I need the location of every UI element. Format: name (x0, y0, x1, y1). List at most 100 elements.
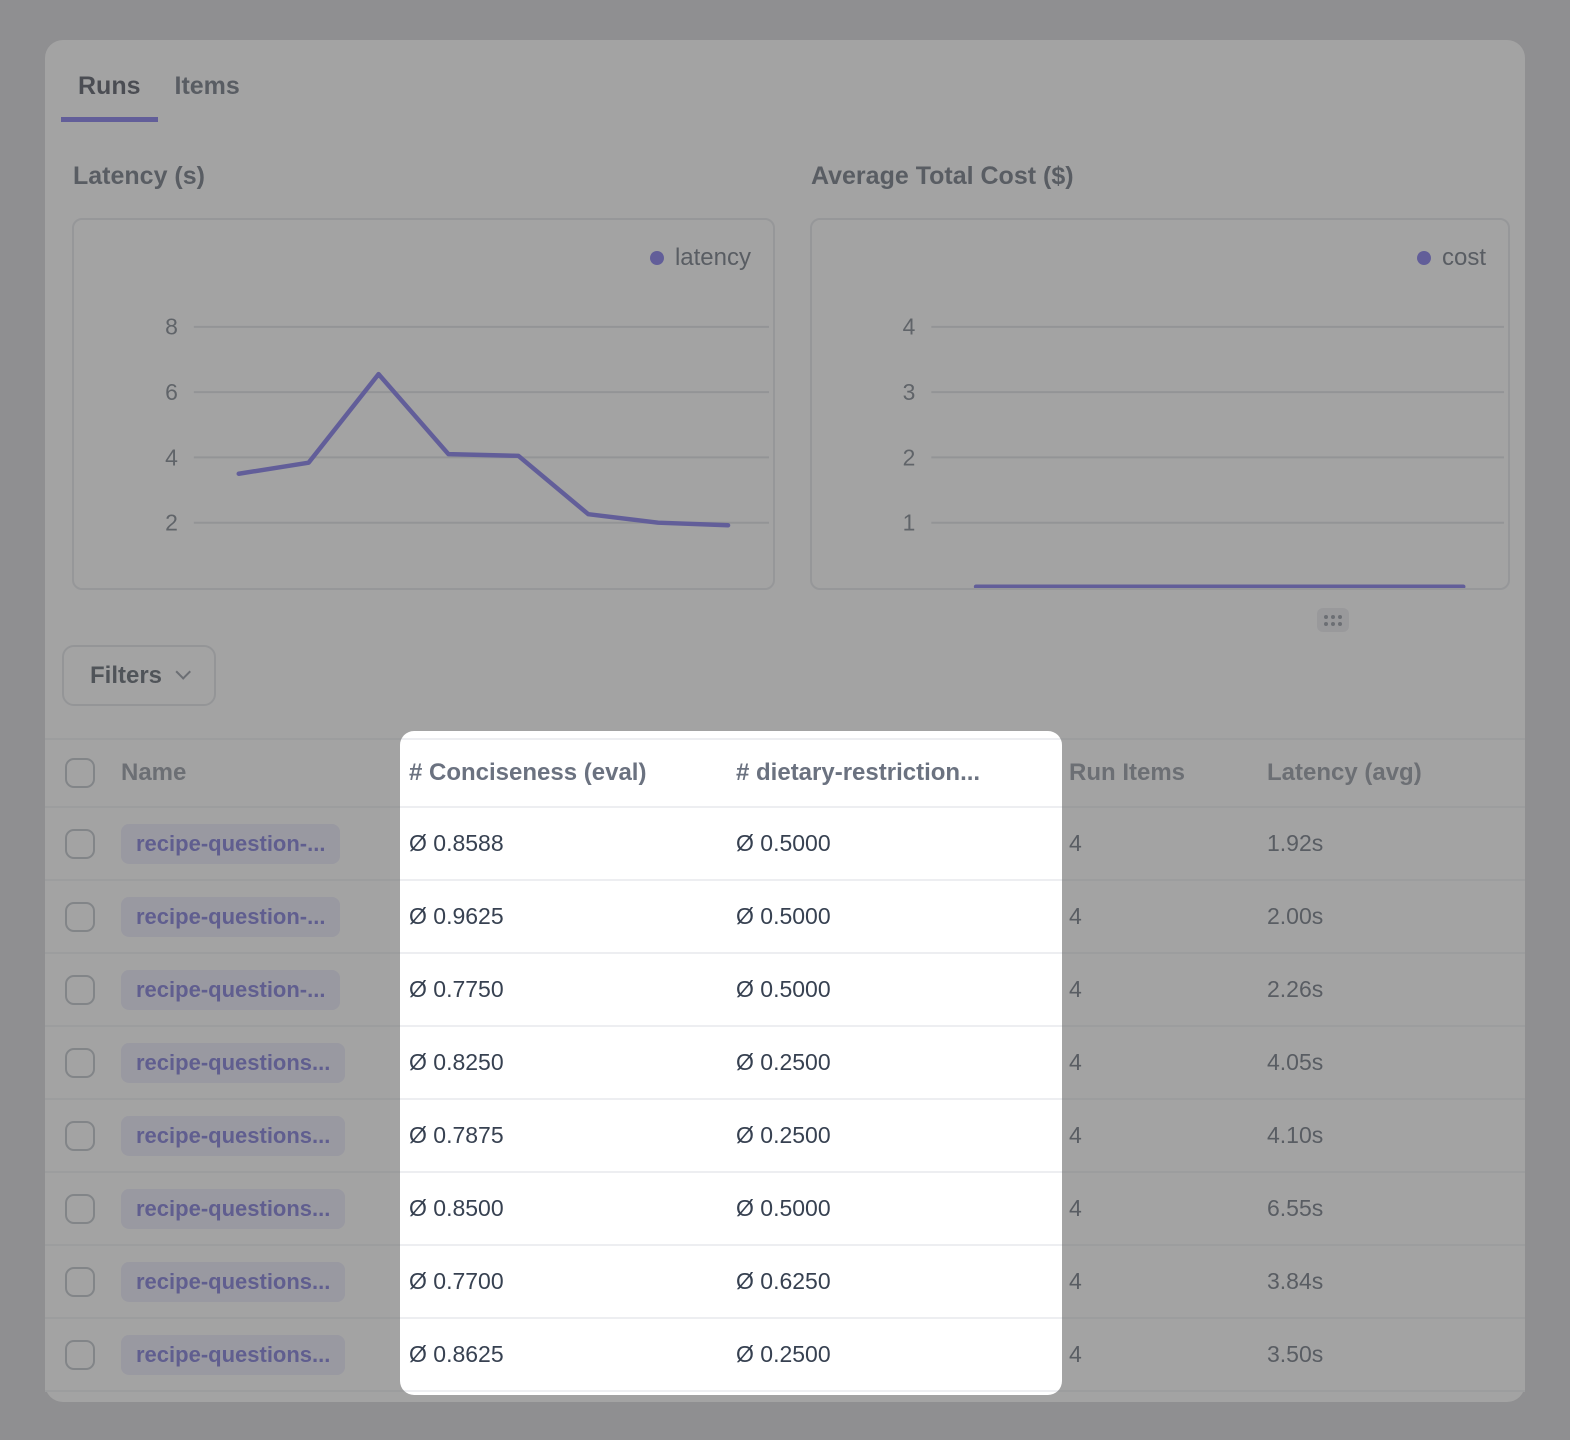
svg-text:4: 4 (903, 314, 916, 340)
conciseness-score: Ø 0.7875 (409, 1122, 736, 1149)
run-name-badge[interactable]: recipe-question-... (121, 897, 340, 937)
row-checkbox[interactable] (65, 1340, 95, 1370)
row-checkbox-cell (61, 1121, 121, 1151)
svg-text:1: 1 (903, 510, 916, 536)
row-checkbox[interactable] (65, 1194, 95, 1224)
row-checkbox-cell (61, 1267, 121, 1297)
filters-label: Filters (90, 662, 162, 690)
latency-avg-value: 2.26s (1267, 976, 1509, 1003)
conciseness-score: Ø 0.8625 (409, 1341, 736, 1368)
row-checkbox[interactable] (65, 975, 95, 1005)
run-name-badge[interactable]: recipe-questions... (121, 1116, 345, 1156)
run-name-cell: recipe-question-... (121, 897, 409, 937)
row-checkbox[interactable] (65, 1267, 95, 1297)
dietary-restriction-score: Ø 0.5000 (736, 976, 1069, 1003)
select-all-checkbox[interactable] (65, 758, 95, 788)
header-name[interactable]: Name (121, 759, 409, 787)
run-name-badge[interactable]: recipe-questions... (121, 1262, 345, 1302)
table-row[interactable]: recipe-questions... Ø 0.8625 Ø 0.2500 4 … (45, 1319, 1525, 1392)
latency-line-chart: 2 4 6 8 (74, 220, 773, 588)
latency-avg-value: 3.84s (1267, 1268, 1509, 1295)
run-name-cell: recipe-question-... (121, 970, 409, 1010)
dietary-restriction-score: Ø 0.2500 (736, 1049, 1069, 1076)
header-checkbox-cell (61, 758, 121, 788)
row-checkbox[interactable] (65, 902, 95, 932)
cost-chart: 1234 cost (810, 218, 1510, 590)
run-name-cell: recipe-questions... (121, 1043, 409, 1083)
latency-chart-title: Latency (s) (73, 162, 205, 191)
dietary-restriction-score: Ø 0.5000 (736, 830, 1069, 857)
filters-button[interactable]: Filters (62, 645, 216, 706)
header-run-items[interactable]: Run Items (1069, 759, 1267, 787)
svg-text:6: 6 (165, 379, 178, 405)
conciseness-score: Ø 0.7700 (409, 1268, 736, 1295)
latency-avg-value: 6.55s (1267, 1195, 1509, 1222)
run-name-badge[interactable]: recipe-questions... (121, 1189, 345, 1229)
run-name-badge[interactable]: recipe-question-... (121, 970, 340, 1010)
table-row[interactable]: recipe-questions... Ø 0.8250 Ø 0.2500 4 … (45, 1027, 1525, 1100)
conciseness-score: Ø 0.8588 (409, 830, 736, 857)
run-items-count: 4 (1069, 1195, 1267, 1222)
tab-bar: Runs Items (61, 72, 257, 122)
row-checkbox-cell (61, 902, 121, 932)
row-checkbox[interactable] (65, 1121, 95, 1151)
run-items-count: 4 (1069, 1268, 1267, 1295)
run-name-cell: recipe-questions... (121, 1189, 409, 1229)
table-header-row: Name # Conciseness (eval) # dietary-rest… (45, 738, 1525, 808)
run-items-count: 4 (1069, 976, 1267, 1003)
legend-label: latency (675, 244, 751, 272)
resize-handle-icon[interactable] (1317, 608, 1349, 632)
run-items-count: 4 (1069, 903, 1267, 930)
svg-text:8: 8 (165, 314, 178, 340)
legend-dot-icon (1417, 251, 1431, 265)
cost-line-chart: 1234 (812, 220, 1508, 588)
run-name-cell: recipe-question-... (121, 824, 409, 864)
table-row[interactable]: recipe-question-... Ø 0.8588 Ø 0.5000 4 … (45, 808, 1525, 881)
row-checkbox-cell (61, 1194, 121, 1224)
header-conciseness[interactable]: # Conciseness (eval) (409, 759, 736, 787)
run-items-count: 4 (1069, 1341, 1267, 1368)
run-name-cell: recipe-questions... (121, 1116, 409, 1156)
latency-legend: latency (650, 244, 751, 272)
table-row[interactable]: recipe-question-... Ø 0.9625 Ø 0.5000 4 … (45, 881, 1525, 954)
run-name-badge[interactable]: recipe-question-... (121, 824, 340, 864)
latency-avg-value: 1.92s (1267, 830, 1509, 857)
latency-avg-value: 4.05s (1267, 1049, 1509, 1076)
run-name-badge[interactable]: recipe-questions... (121, 1043, 345, 1083)
dietary-restriction-score: Ø 0.5000 (736, 1195, 1069, 1222)
header-dietary-restriction[interactable]: # dietary-restriction... (736, 759, 1069, 787)
table-body: recipe-question-... Ø 0.8588 Ø 0.5000 4 … (45, 808, 1525, 1392)
run-items-count: 4 (1069, 1122, 1267, 1149)
header-latency-avg[interactable]: Latency (avg) (1267, 759, 1509, 787)
run-items-count: 4 (1069, 830, 1267, 857)
table-row[interactable]: recipe-questions... Ø 0.7875 Ø 0.2500 4 … (45, 1100, 1525, 1173)
conciseness-score: Ø 0.8500 (409, 1195, 736, 1222)
dietary-restriction-score: Ø 0.2500 (736, 1341, 1069, 1368)
tab-items[interactable]: Items (158, 72, 257, 122)
tab-runs[interactable]: Runs (61, 72, 158, 122)
row-checkbox[interactable] (65, 829, 95, 859)
conciseness-score: Ø 0.7750 (409, 976, 736, 1003)
dietary-restriction-score: Ø 0.5000 (736, 903, 1069, 930)
svg-text:2: 2 (903, 444, 916, 470)
table-row[interactable]: recipe-question-... Ø 0.7750 Ø 0.5000 4 … (45, 954, 1525, 1027)
legend-dot-icon (650, 251, 664, 265)
run-name-cell: recipe-questions... (121, 1335, 409, 1375)
svg-text:4: 4 (165, 444, 178, 470)
row-checkbox-cell (61, 1048, 121, 1078)
run-name-cell: recipe-questions... (121, 1262, 409, 1302)
dietary-restriction-score: Ø 0.2500 (736, 1122, 1069, 1149)
conciseness-score: Ø 0.9625 (409, 903, 736, 930)
cost-chart-title: Average Total Cost ($) (811, 162, 1074, 191)
latency-avg-value: 3.50s (1267, 1341, 1509, 1368)
chevron-down-icon (175, 664, 191, 680)
table-row[interactable]: recipe-questions... Ø 0.7700 Ø 0.6250 4 … (45, 1246, 1525, 1319)
row-checkbox[interactable] (65, 1048, 95, 1078)
row-checkbox-cell (61, 829, 121, 859)
runs-table: Name # Conciseness (eval) # dietary-rest… (45, 738, 1525, 1392)
latency-avg-value: 4.10s (1267, 1122, 1509, 1149)
row-checkbox-cell (61, 975, 121, 1005)
table-row[interactable]: recipe-questions... Ø 0.8500 Ø 0.5000 4 … (45, 1173, 1525, 1246)
svg-text:2: 2 (165, 510, 178, 536)
run-name-badge[interactable]: recipe-questions... (121, 1335, 345, 1375)
